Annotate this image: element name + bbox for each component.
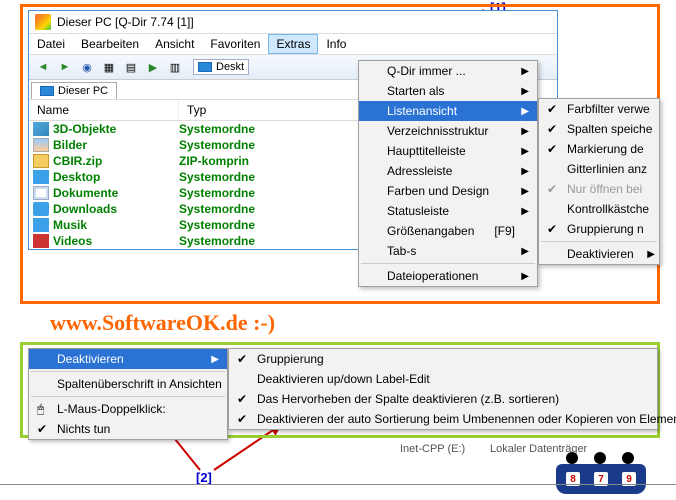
bottom-border (0, 484, 676, 500)
mi-haupttitelleiste[interactable]: Haupttitelleiste▶ (359, 141, 537, 161)
deaktivieren-menu: Deaktivieren▶ Spaltenüberschrift in Ansi… (28, 348, 228, 440)
mi-verzeichnisstruktur[interactable]: Verzeichnisstruktur▶ (359, 121, 537, 141)
title-text: Dieser PC [Q-Dir 7.74 [1]] (57, 15, 194, 29)
mi-statusleiste[interactable]: Statusleiste▶ (359, 201, 537, 221)
mi-kontrollkaestchen[interactable]: Kontrollkästche (539, 199, 659, 219)
menu-ansicht[interactable]: Ansicht (147, 34, 202, 54)
desktop-icon (198, 62, 212, 72)
folder-downloads-icon (33, 202, 49, 216)
forward-button[interactable]: ► (55, 57, 75, 77)
mi-spaltenueberschrift[interactable]: Spaltenüberschrift in Ansichten (29, 374, 227, 394)
mi-nur-oeffnen: ✔Nur öffnen bei (539, 179, 659, 199)
mi-sub-gruppierung[interactable]: ✔Gruppierung (229, 349, 657, 369)
mi-starten-als[interactable]: Starten als▶ (359, 81, 537, 101)
mi-nichts-tun[interactable]: ✔Nichts tun (29, 419, 227, 439)
watermark: www.SoftwareOK.de :-) (50, 310, 275, 336)
mi-deaktivieren-root[interactable]: Deaktivieren▶ (29, 349, 227, 369)
pc-icon (40, 86, 54, 96)
listenansicht-submenu: ✔Farbfilter verwe ✔Spalten speiche ✔Mark… (538, 98, 660, 265)
folder-documents-icon (33, 186, 49, 200)
mi-gruppierung[interactable]: ✔Gruppierung n (539, 219, 659, 239)
folder-videos-icon (33, 234, 49, 248)
toolbar-btn[interactable]: ▶ (143, 57, 163, 77)
menu-bearbeiten[interactable]: Bearbeiten (73, 34, 147, 54)
mi-markierung[interactable]: ✔Markierung de (539, 139, 659, 159)
menu-datei[interactable]: Datei (29, 34, 73, 54)
address-bar[interactable]: Deskt (193, 59, 249, 75)
mi-spalten-speichern[interactable]: ✔Spalten speiche (539, 119, 659, 139)
menu-favoriten[interactable]: Favoriten (202, 34, 268, 54)
menu-separator (541, 241, 657, 242)
toolbar-btn[interactable]: ▦ (99, 57, 119, 77)
mi-adressleiste[interactable]: Adressleiste▶ (359, 161, 537, 181)
toolbar-btn[interactable]: ▥ (165, 57, 185, 77)
tab-dieser-pc[interactable]: Dieser PC (31, 82, 117, 99)
drive-name: Inet-CPP (E:) (400, 443, 465, 455)
mi-sub-updown[interactable]: Deaktivieren up/down Label-Edit (229, 369, 657, 389)
deaktivieren-submenu: ✔Gruppierung Deaktivieren up/down Label-… (228, 348, 658, 430)
folder-desktop-icon (33, 170, 49, 184)
col-name[interactable]: Name (29, 100, 179, 120)
toolbar-btn[interactable]: ▤ (121, 57, 141, 77)
menu-separator (31, 396, 225, 397)
mouse-icon: 🖱 (37, 402, 44, 417)
extras-menu: Q-Dir immer ...▶ Starten als▶ Listenansi… (358, 60, 538, 287)
menu-extras[interactable]: Extras (268, 34, 318, 54)
mi-groessenangaben[interactable]: Größenangaben[F9] (359, 221, 537, 241)
mi-deaktivieren[interactable]: Deaktivieren▶ (539, 244, 659, 264)
mi-sub-hervorheben[interactable]: ✔Das Hervorheben der Spalte deaktivieren… (229, 389, 657, 409)
mi-gitterlinien[interactable]: Gitterlinien anz (539, 159, 659, 179)
titlebar: Dieser PC [Q-Dir 7.74 [1]] (29, 11, 557, 33)
mi-farbfilter[interactable]: ✔Farbfilter verwe (539, 99, 659, 119)
folder-pictures-icon (33, 138, 49, 152)
menu-separator (31, 371, 225, 372)
menubar: Datei Bearbeiten Ansicht Favoriten Extra… (29, 33, 557, 54)
callout-2-label: [2] (196, 470, 212, 485)
mi-tabs[interactable]: Tab-s▶ (359, 241, 537, 261)
back-button[interactable]: ◄ (33, 57, 53, 77)
nav-button[interactable]: ◉ (77, 57, 97, 77)
menu-info[interactable]: Info (318, 34, 354, 54)
mi-dateioperationen[interactable]: Dateioperationen▶ (359, 266, 537, 286)
mi-farben-design[interactable]: Farben und Design▶ (359, 181, 537, 201)
folder-3d-icon (33, 122, 49, 136)
mi-sub-autosort[interactable]: ✔Deaktivieren der auto Sortierung beim U… (229, 409, 657, 429)
zip-icon (33, 154, 49, 168)
app-icon (35, 14, 51, 30)
mi-qdir-immer[interactable]: Q-Dir immer ...▶ (359, 61, 537, 81)
menu-separator (361, 263, 535, 264)
folder-music-icon (33, 218, 49, 232)
mi-lmaus[interactable]: 🖱L-Maus-Doppelklick: (29, 399, 227, 419)
mi-listenansicht[interactable]: Listenansicht▶ (359, 101, 537, 121)
